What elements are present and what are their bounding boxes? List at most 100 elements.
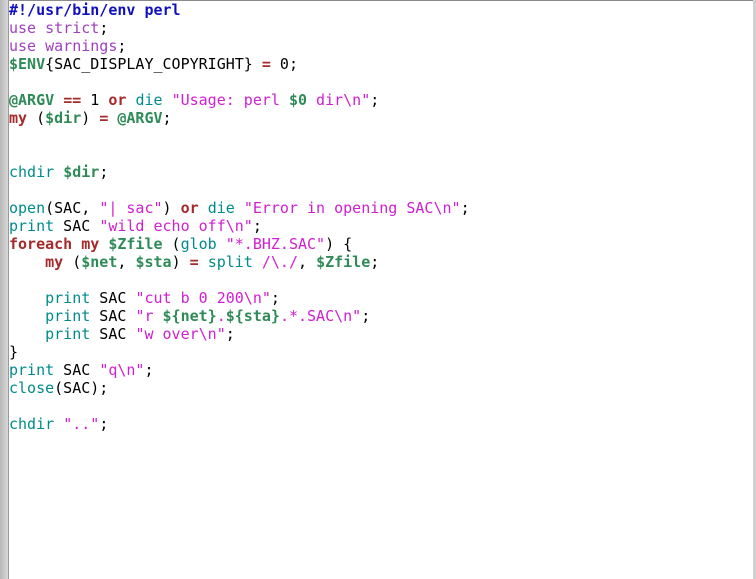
token-plain: ; [252,217,262,235]
token-plain: ; [270,289,280,307]
token-var: $dir [63,163,100,181]
token-str: "*.BHZ.SAC" [225,235,326,253]
token-plain: ; [460,199,470,217]
token-builtin: chdir [9,163,55,181]
token-plain: ; [370,91,380,109]
code-line[interactable]: print SAC "r ${net}.${sta}.*.SAC\n"; [9,307,470,325]
code-line[interactable] [9,397,470,415]
token-var: $Zfile [108,235,163,253]
token-kw: my [81,235,100,253]
code-line[interactable]: chdir ".."; [9,415,470,433]
token-var: @ARGV [117,109,163,127]
token-plain: 0; [270,55,298,73]
code-line[interactable]: use warnings; [9,37,470,55]
token-kw: foreach [9,235,73,253]
code-editor[interactable]: #!/usr/bin/env perl use strict; use warnin… [9,1,470,433]
code-line[interactable] [9,127,470,145]
token-plain: SAC [54,361,100,379]
token-builtin: die [135,91,163,109]
token-kw: or [180,199,199,217]
code-line[interactable] [9,73,470,91]
token-plain: ( [162,235,181,253]
token-var: $0 [288,91,308,109]
token-builtin: split [207,253,253,271]
token-str: "Error in opening SAC\n" [243,199,461,217]
token-var: $ENV [9,55,46,73]
token-plain: SAC [90,307,136,325]
code-line[interactable]: print SAC "cut b 0 200\n"; [9,289,470,307]
token-shebang: #!/usr/bin/env perl [9,1,181,19]
token-builtin: chdir [9,415,55,433]
token-var: $Zfile [316,253,371,271]
token-plain: (SAC); [54,379,109,397]
token-plain: ) [162,199,181,217]
token-str: "q\n" [99,361,145,379]
token-str: "| sac" [99,199,163,217]
token-plain: ; [117,37,127,55]
code-line[interactable]: } [9,343,470,361]
code-line[interactable]: my ($net, $sta) = split /\./, $Zfile; [9,253,470,271]
code-line[interactable]: print SAC "wild echo off\n"; [9,217,470,235]
code-line[interactable]: close(SAC); [9,379,470,397]
token-kw: = [261,55,271,73]
token-plain: ; [99,163,109,181]
token-builtin: die [207,199,235,217]
token-builtin: print [9,361,55,379]
token-plain: ; [361,307,371,325]
code-line[interactable] [9,181,470,199]
left-scrollbar[interactable] [0,0,9,579]
token-kw: == [63,91,82,109]
code-line[interactable]: use strict; [9,19,470,37]
token-plain: 1 [81,91,109,109]
code-line[interactable]: open(SAC, "| sac") or die "Error in open… [9,199,470,217]
token-plain: ) [81,109,100,127]
token-str: . [216,307,226,325]
token-str: .*.SAC\n" [279,307,362,325]
code-line[interactable]: my ($dir) = @ARGV; [9,109,470,127]
code-line[interactable]: #!/usr/bin/env perl [9,1,470,19]
token-builtin: print [9,217,55,235]
token-str: "Usage: perl [171,91,289,109]
token-plain: } [9,343,19,361]
token-var: ${net} [162,307,217,325]
token-plain: ) { [325,235,353,253]
token-plain: (SAC, [45,199,100,217]
token-plain: SAC [90,289,136,307]
token-use: use warnings [9,37,118,55]
code-line[interactable]: @ARGV == 1 or die "Usage: perl $0 dir\n"… [9,91,470,109]
token-use: use strict [9,19,100,37]
code-line[interactable]: chdir $dir; [9,163,470,181]
code-line[interactable]: print SAC "q\n"; [9,361,470,379]
token-str: "r [135,307,163,325]
token-plain: ( [27,109,46,127]
token-plain: ; [144,361,154,379]
token-str: /\./ [261,253,298,271]
token-str: ".." [63,415,100,433]
code-line[interactable]: print SAC "w over\n"; [9,325,470,343]
code-line[interactable] [9,271,470,289]
code-line[interactable] [9,145,470,163]
token-var: @ARGV [9,91,55,109]
token-plain: ; [370,253,380,271]
token-plain: , [117,253,136,271]
token-var: ${sta} [225,307,280,325]
token-kw: = [189,253,199,271]
token-plain: , [298,253,317,271]
code-line[interactable]: $ENV{SAC_DISPLAY_COPYRIGHT} = 0; [9,55,470,73]
token-plain: ; [99,19,109,37]
token-plain: {SAC_DISPLAY_COPYRIGHT} [45,55,262,73]
code-line[interactable]: foreach my $Zfile (glob "*.BHZ.SAC") { [9,235,470,253]
